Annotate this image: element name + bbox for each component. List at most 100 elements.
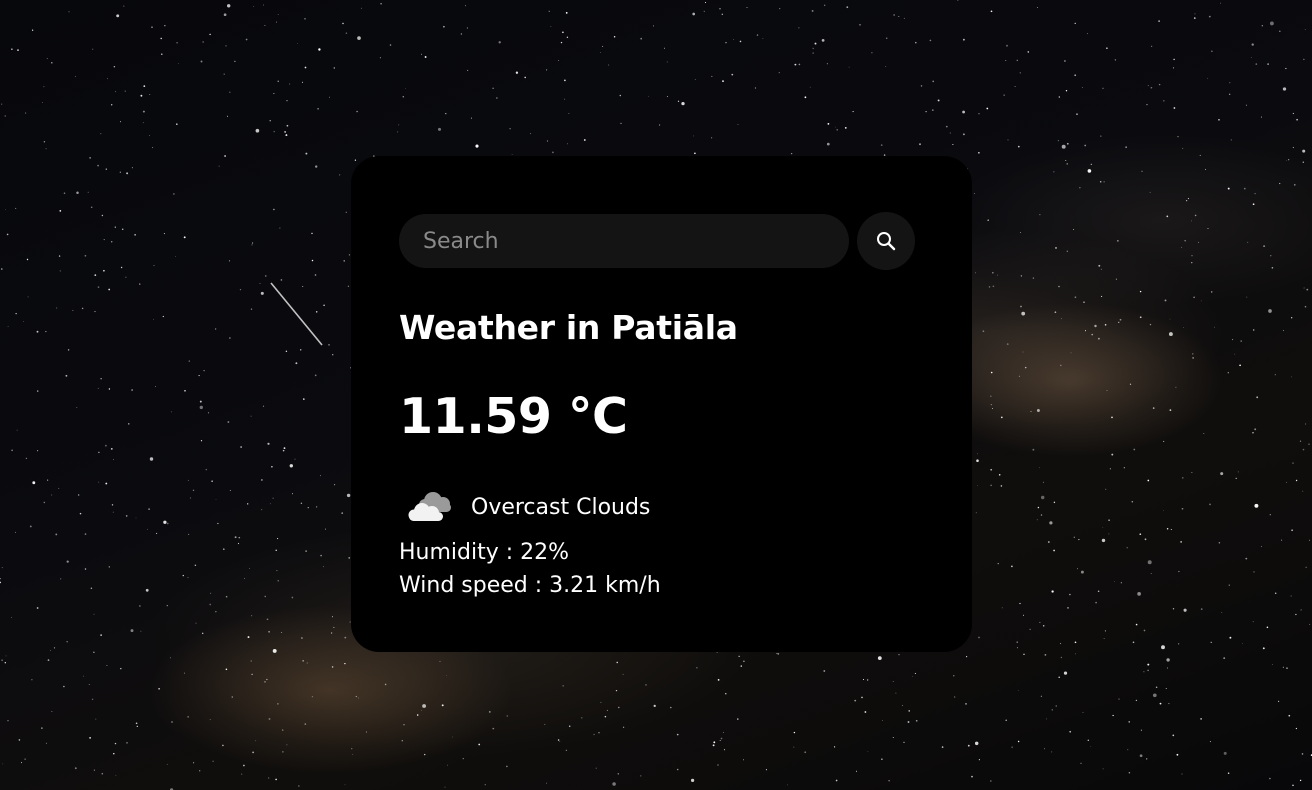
- star: [268, 718, 271, 720]
- star: [397, 131, 399, 133]
- star: [544, 723, 546, 725]
- star: [1070, 352, 1072, 354]
- star: [1167, 667, 1168, 669]
- star: [161, 53, 163, 55]
- star: [1019, 602, 1021, 605]
- star: [1006, 343, 1009, 346]
- star: [506, 765, 508, 768]
- star: [886, 37, 888, 39]
- star: [1191, 262, 1193, 264]
- star: [222, 744, 224, 747]
- star: [281, 632, 283, 633]
- star: [199, 770, 201, 772]
- star: [176, 123, 178, 125]
- star: [140, 630, 142, 632]
- star: [1075, 653, 1076, 655]
- star: [211, 480, 213, 482]
- star: [648, 95, 650, 97]
- star: [978, 152, 980, 154]
- star: [1104, 324, 1107, 326]
- star: [74, 76, 76, 77]
- star: [286, 100, 288, 102]
- star: [1305, 423, 1307, 425]
- star: [1292, 146, 1295, 149]
- star: [452, 736, 453, 738]
- star: [247, 503, 249, 505]
- star: [1066, 250, 1068, 252]
- star: [1106, 47, 1108, 50]
- star: [835, 779, 838, 782]
- star: [824, 4, 826, 6]
- star: [929, 39, 932, 42]
- star: [990, 10, 993, 13]
- star: [171, 721, 173, 723]
- star: [1242, 643, 1243, 645]
- star: [4, 115, 6, 117]
- star: [612, 782, 616, 786]
- star: [524, 76, 527, 79]
- star: [260, 291, 264, 295]
- star: [977, 485, 978, 486]
- star: [202, 41, 204, 43]
- star: [1302, 161, 1305, 164]
- star: [14, 531, 16, 533]
- search-input[interactable]: [399, 214, 849, 268]
- star: [111, 104, 113, 106]
- star: [1254, 428, 1257, 431]
- star: [126, 172, 129, 175]
- star: [1051, 709, 1053, 711]
- star: [1282, 87, 1287, 91]
- star: [742, 759, 745, 761]
- star: [194, 564, 197, 567]
- star: [1295, 727, 1298, 730]
- star: [351, 748, 353, 750]
- star: [89, 737, 91, 739]
- star: [279, 227, 281, 229]
- star: [1087, 169, 1092, 173]
- star: [348, 557, 350, 559]
- star: [311, 259, 314, 262]
- star: [1139, 316, 1142, 319]
- star: [1279, 30, 1281, 33]
- star: [125, 276, 127, 278]
- star: [1133, 448, 1136, 451]
- star: [777, 653, 780, 655]
- star: [992, 285, 995, 288]
- star: [1306, 288, 1309, 291]
- star: [23, 321, 25, 322]
- star: [809, 86, 811, 88]
- star: [467, 69, 469, 71]
- star: [121, 228, 124, 230]
- star: [498, 41, 501, 44]
- star: [711, 75, 713, 77]
- star: [1117, 240, 1119, 242]
- star: [1191, 220, 1193, 222]
- star: [475, 144, 479, 148]
- star: [357, 36, 361, 40]
- star: [1073, 536, 1075, 538]
- star: [11, 48, 13, 50]
- star: [160, 37, 162, 40]
- star: [1128, 721, 1130, 723]
- star: [974, 741, 979, 746]
- star: [1141, 170, 1143, 172]
- star: [188, 533, 190, 535]
- star: [344, 662, 346, 665]
- star: [250, 308, 253, 310]
- star: [1269, 21, 1274, 26]
- star: [1299, 779, 1302, 782]
- star: [492, 87, 494, 90]
- star: [345, 32, 348, 34]
- star: [1303, 287, 1305, 289]
- star: [937, 99, 940, 102]
- star: [97, 387, 99, 389]
- star: [1230, 139, 1232, 141]
- star: [664, 47, 666, 49]
- star: [113, 65, 116, 68]
- star: [51, 710, 53, 712]
- star: [1073, 229, 1075, 230]
- star: [1168, 332, 1173, 337]
- search-button[interactable]: [857, 212, 915, 270]
- star: [42, 102, 43, 104]
- star: [1091, 333, 1094, 336]
